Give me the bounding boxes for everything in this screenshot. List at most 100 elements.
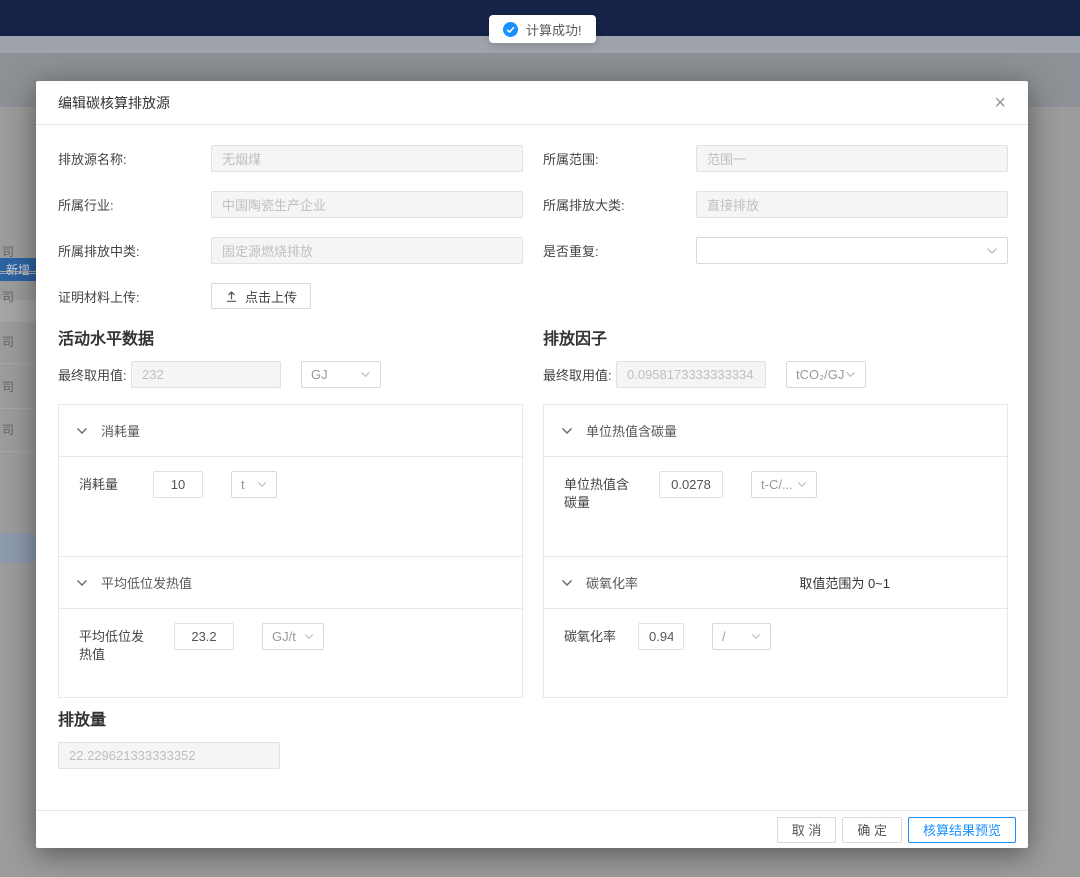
- carbon-label: 单位热值含碳量: [564, 471, 638, 512]
- modal-body: 排放源名称: 所属范围: 所属行业: 所属排放大类: 所属排放中类:: [36, 125, 1028, 769]
- chevron-down-icon: [76, 579, 88, 587]
- form-row: 所属行业: 所属排放大类:: [58, 191, 1008, 218]
- scope-label: 所属范围:: [543, 149, 696, 168]
- factor-unit-select[interactable]: tCO₂/GJ: [786, 361, 866, 388]
- oxidation-panel-body: 碳氧化率 /: [544, 609, 1007, 697]
- emission-heading: 排放量: [58, 706, 1008, 730]
- oxidation-unit-value: /: [722, 629, 726, 644]
- activity-final-label: 最终取用值:: [58, 365, 131, 384]
- carbon-panel-title: 单位热值含碳量: [586, 421, 677, 440]
- factor-final-input[interactable]: [616, 361, 766, 388]
- factor-panels: 单位热值含碳量 单位热值含碳量 t-C/...: [543, 404, 1008, 698]
- oxidation-label: 碳氧化率: [564, 623, 638, 646]
- is-duplicate-label: 是否重复:: [543, 241, 696, 260]
- consumption-label: 消耗量: [79, 471, 153, 494]
- table-row: 司: [0, 229, 36, 274]
- factor-heading: 排放因子: [543, 325, 1008, 349]
- heating-label: 平均低位发热值: [79, 623, 153, 664]
- chevron-down-icon: [845, 371, 856, 378]
- field-upload: 证明材料上传: 点击上传: [58, 283, 523, 309]
- consumption-panel-header[interactable]: 消耗量: [59, 405, 522, 457]
- dimmed-table-strip: 新增 司 司 司 司 司: [0, 107, 36, 848]
- consumption-unit-select[interactable]: t: [231, 471, 277, 498]
- modal-footer: 取 消 确 定 核算结果预览: [36, 810, 1028, 848]
- mid-category-label: 所属排放中类:: [58, 241, 211, 260]
- oxidation-input[interactable]: [638, 623, 684, 650]
- upload-icon: [225, 290, 238, 303]
- close-icon[interactable]: ×: [994, 93, 1006, 113]
- form-row: 证明材料上传: 点击上传: [58, 283, 1008, 309]
- chevron-down-icon: [797, 481, 807, 488]
- heating-unit-select[interactable]: GJ/t: [262, 623, 324, 650]
- upload-button[interactable]: 点击上传: [211, 283, 311, 309]
- heating-input[interactable]: [174, 623, 234, 650]
- carbon-unit-value: t-C/...: [761, 477, 793, 492]
- form-row: 所属排放中类: 是否重复:: [58, 237, 1008, 264]
- consumption-input[interactable]: [153, 471, 203, 498]
- oxidation-range-note: 取值范围为 0~1: [799, 573, 890, 592]
- carbon-panel-header[interactable]: 单位热值含碳量: [544, 405, 1007, 457]
- carbon-panel-body: 单位热值含碳量 t-C/...: [544, 457, 1007, 557]
- oxidation-panel-header[interactable]: 碳氧化率 取值范围为 0~1: [544, 557, 1007, 609]
- heating-unit-value: GJ/t: [272, 629, 296, 644]
- table-row: 司: [0, 407, 36, 452]
- modal-header: 编辑碳核算排放源 ×: [36, 81, 1028, 125]
- industry-label: 所属行业:: [58, 195, 211, 214]
- field-is-duplicate: 是否重复:: [543, 237, 1008, 264]
- edit-emission-source-modal: 编辑碳核算排放源 × 排放源名称: 所属范围: 所属行业: 所属排放大类:: [36, 81, 1028, 848]
- activity-final-row: 最终取用值: GJ: [58, 361, 523, 388]
- spacer: [543, 283, 1008, 309]
- consumption-unit-value: t: [241, 477, 245, 492]
- mid-category-input[interactable]: [211, 237, 523, 264]
- major-category-input[interactable]: [696, 191, 1008, 218]
- table-row: 司: [0, 364, 36, 409]
- industry-input[interactable]: [211, 191, 523, 218]
- factor-unit-value: tCO₂/GJ: [796, 367, 844, 382]
- emission-result-input[interactable]: [58, 742, 280, 769]
- modal-title: 编辑碳核算排放源: [58, 93, 170, 113]
- source-name-input[interactable]: [211, 145, 523, 172]
- factor-section: 排放因子 最终取用值: tCO₂/GJ: [543, 317, 1008, 698]
- consumption-panel-title: 消耗量: [101, 421, 140, 440]
- activity-final-input[interactable]: [131, 361, 281, 388]
- activity-panels: 消耗量 消耗量 t: [58, 404, 523, 698]
- chevron-down-icon: [257, 481, 267, 488]
- chevron-down-icon: [76, 427, 88, 435]
- table-row: 司: [0, 319, 36, 364]
- upload-label: 证明材料上传:: [58, 287, 211, 306]
- heating-panel-body: 平均低位发热值 GJ/t: [59, 609, 522, 697]
- chevron-down-icon: [360, 371, 371, 378]
- upload-button-label: 点击上传: [245, 287, 297, 306]
- activity-unit-select[interactable]: GJ: [301, 361, 381, 388]
- preview-result-button[interactable]: 核算结果预览: [908, 817, 1016, 843]
- field-source-name: 排放源名称:: [58, 145, 523, 172]
- heating-panel-title: 平均低位发热值: [101, 573, 192, 592]
- success-toast: 计算成功!: [489, 15, 596, 43]
- field-industry: 所属行业:: [58, 191, 523, 218]
- heating-panel-header[interactable]: 平均低位发热值: [59, 557, 522, 609]
- activity-section: 活动水平数据 最终取用值: GJ: [58, 317, 523, 698]
- check-circle-icon: [503, 22, 518, 37]
- consumption-panel-body: 消耗量 t: [59, 457, 522, 557]
- data-sections: 活动水平数据 最终取用值: GJ: [58, 317, 1008, 698]
- cancel-button[interactable]: 取 消: [777, 817, 837, 843]
- factor-final-row: 最终取用值: tCO₂/GJ: [543, 361, 1008, 388]
- scope-input[interactable]: [696, 145, 1008, 172]
- oxidation-unit-select[interactable]: /: [712, 623, 771, 650]
- field-major-category: 所属排放大类:: [543, 191, 1008, 218]
- confirm-button[interactable]: 确 定: [842, 817, 902, 843]
- chevron-down-icon: [561, 427, 573, 435]
- chevron-down-icon: [751, 633, 761, 640]
- form-row: 排放源名称: 所属范围:: [58, 145, 1008, 172]
- oxidation-panel-title: 碳氧化率: [586, 573, 638, 592]
- chevron-down-icon: [561, 579, 573, 587]
- chevron-down-icon: [304, 633, 314, 640]
- carbon-input[interactable]: [659, 471, 723, 498]
- source-name-label: 排放源名称:: [58, 149, 211, 168]
- is-duplicate-select[interactable]: [696, 237, 1008, 264]
- field-mid-category: 所属排放中类:: [58, 237, 523, 264]
- carbon-unit-select[interactable]: t-C/...: [751, 471, 817, 498]
- major-category-label: 所属排放大类:: [543, 195, 696, 214]
- activity-unit-value: GJ: [311, 367, 328, 382]
- toast-message: 计算成功!: [526, 20, 582, 39]
